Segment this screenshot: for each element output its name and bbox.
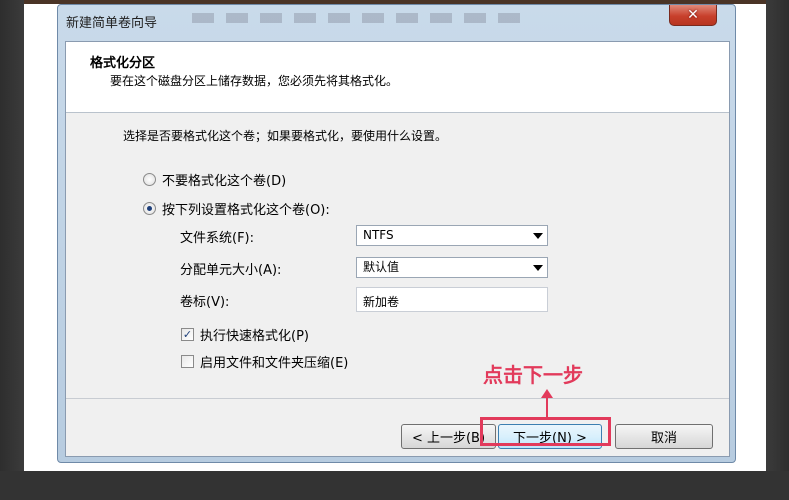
format-question: 选择是否要格式化这个卷；如果要格式化，要使用什么设置。 [123,129,448,143]
background-window-ghost [192,13,522,23]
chevron-down-icon [533,233,543,239]
volume-label-label: 卷标(V): [180,295,230,310]
chevron-down-icon [533,265,543,271]
allocation-size-value: 默认值 [363,260,400,274]
wizard-content: 格式化分区 要在这个磁盘分区上储存数据，您必须先将其格式化。 选择是否要格式化这… [65,41,730,457]
annotation-label: 点击下一步 [483,363,583,387]
title-bar[interactable]: 新建简单卷向导 ✕ [58,5,735,36]
checkbox-checked-icon[interactable]: ✓ [181,327,194,341]
close-icon: ✕ [687,7,699,23]
annotation-arrow-line [546,396,548,418]
window-title: 新建简单卷向导 [66,16,158,31]
radio-unselected-icon[interactable] [143,172,156,186]
wizard-window: 新建简单卷向导 ✕ 格式化分区 要在这个磁盘分区上储存数据，您必须先将其格式化。… [57,4,736,463]
quick-format-option[interactable]: ✓ 执行快速格式化(P) [181,325,309,344]
radio-selected-icon[interactable] [143,201,156,215]
checkbox-unchecked-icon[interactable] [181,354,194,368]
quick-format-label: 执行快速格式化(P) [200,328,309,344]
arrow-up-icon [541,389,553,398]
footer-divider [66,398,729,399]
file-system-label: 文件系统(F): [180,231,255,246]
screenshot-frame-right [766,0,789,500]
radio-format-label: 按下列设置格式化这个卷(O): [162,202,330,218]
screenshot-frame-bottom [0,471,789,500]
cancel-button[interactable]: 取消 [615,424,713,449]
allocation-size-label: 分配单元大小(A): [180,263,282,278]
file-system-value: NTFS [363,228,394,242]
radio-no-format[interactable]: 不要格式化这个卷(D) [143,170,287,189]
page-title: 格式化分区 [90,56,156,71]
close-button[interactable]: ✕ [669,5,717,26]
file-system-select[interactable]: NTFS [356,225,548,246]
allocation-size-select[interactable]: 默认值 [356,257,548,278]
screenshot-frame-left [0,0,24,500]
compression-label: 启用文件和文件夹压缩(E) [200,355,349,371]
next-button-highlight [480,417,611,446]
volume-label-input[interactable]: 新加卷 [356,287,548,312]
radio-format[interactable]: 按下列设置格式化这个卷(O): [143,199,330,218]
page-subtitle: 要在这个磁盘分区上储存数据，您必须先将其格式化。 [110,74,399,88]
compression-option[interactable]: 启用文件和文件夹压缩(E) [181,352,349,371]
wizard-header: 格式化分区 要在这个磁盘分区上储存数据，您必须先将其格式化。 [66,42,729,113]
radio-no-format-label: 不要格式化这个卷(D) [162,173,287,189]
